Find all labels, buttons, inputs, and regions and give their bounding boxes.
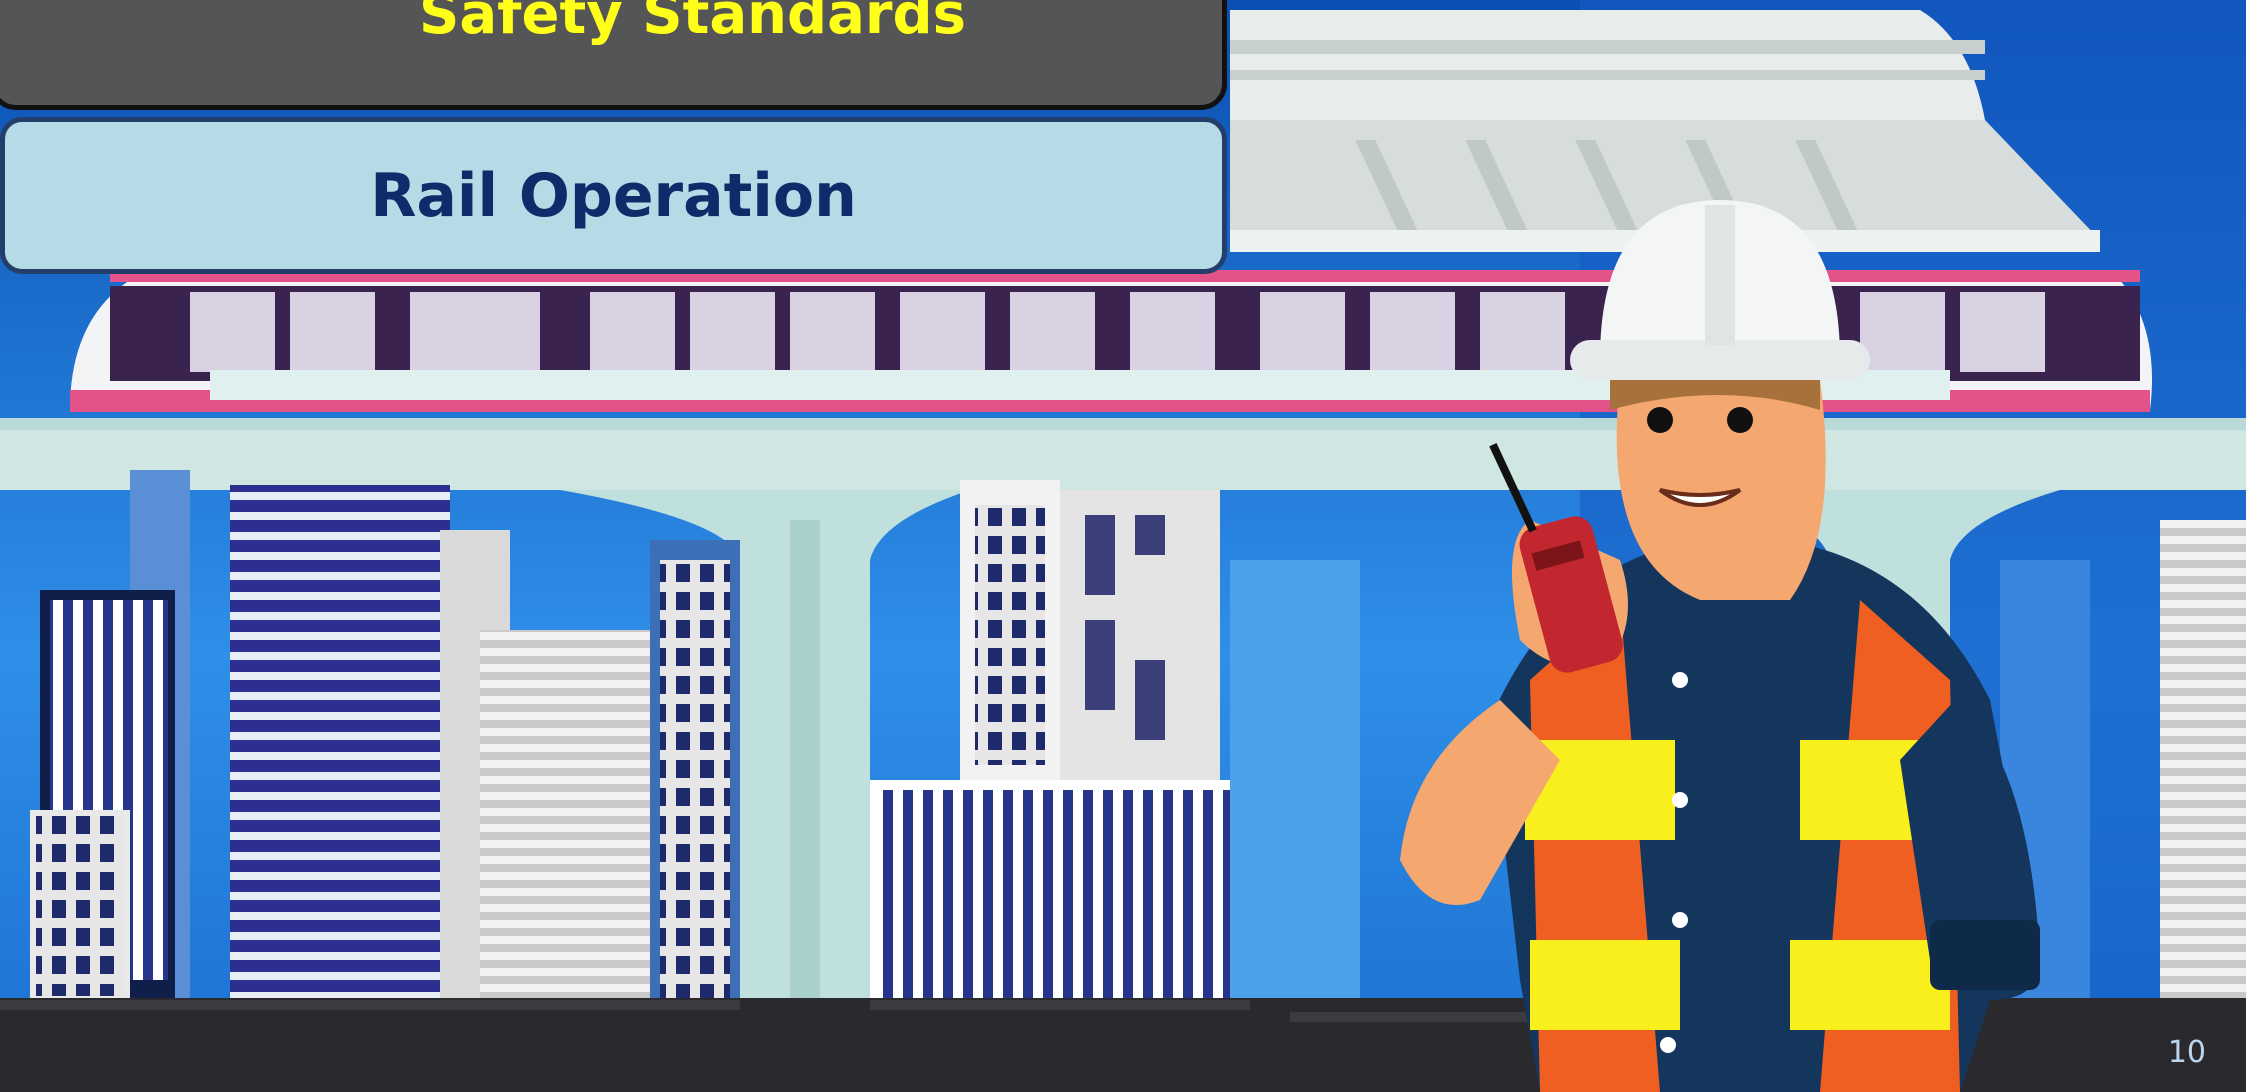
page-number: 10 — [2167, 1035, 2206, 1070]
mission-subtitle: Safety Standards — [419, 0, 966, 47]
mission-banner: Mission 3 : Safety Standards — [0, 0, 1227, 110]
mission-label: Mission 3 : — [11, 0, 394, 9]
section-banner: Rail Operation — [0, 117, 1227, 274]
section-title: Rail Operation — [370, 160, 857, 231]
